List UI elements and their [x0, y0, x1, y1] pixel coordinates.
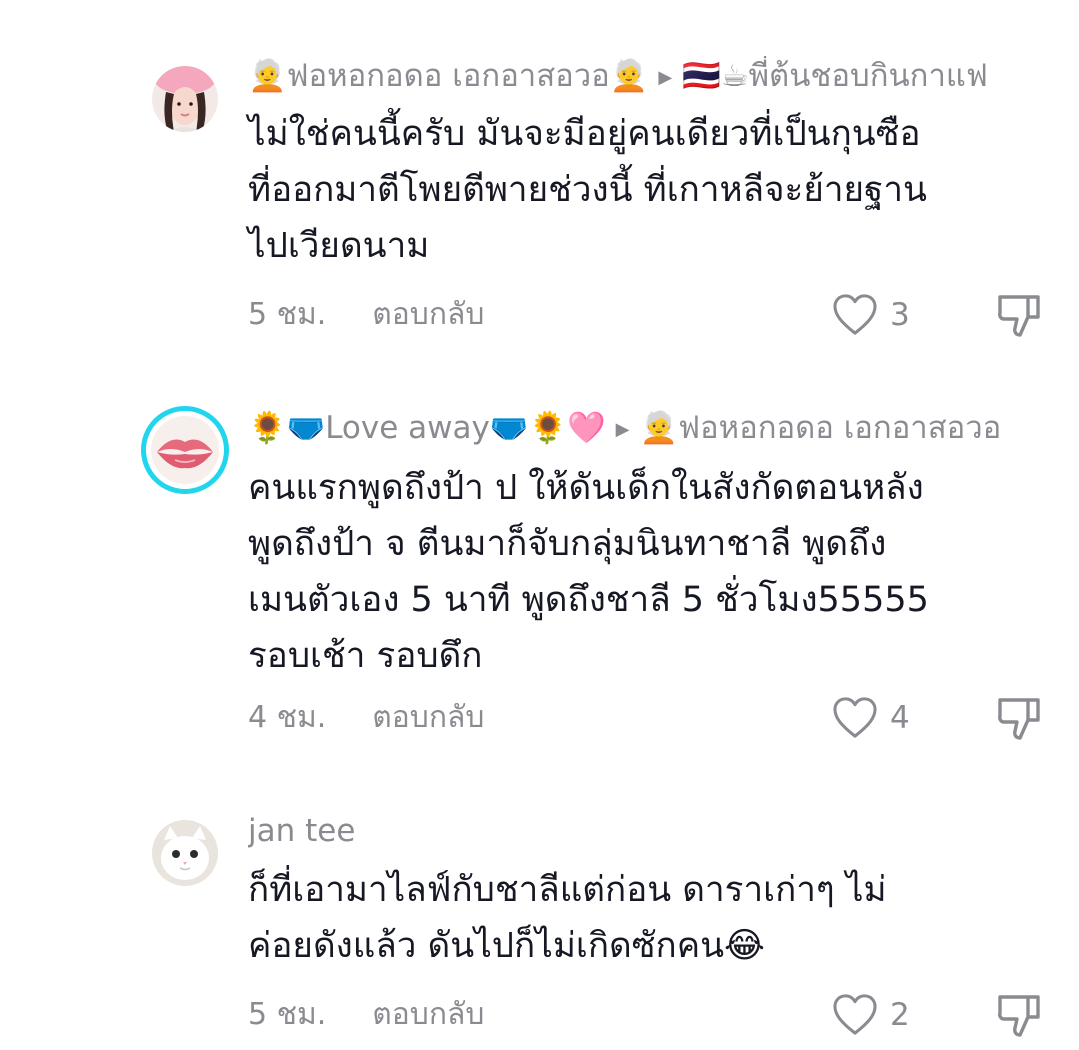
thumbs-down-icon	[998, 698, 1040, 740]
comment-line: ค่อยดังแล้ว ดันไปก็ไม่เกิดซักคน😂	[248, 926, 765, 966]
white-cat-avatar-icon	[152, 820, 218, 886]
comment-author[interactable]: 🌻🩲Love away🩲🌻🩷	[248, 410, 606, 446]
timestamp: 4 ชม.	[248, 700, 327, 735]
comment-text: ไม่ใช่คนนี้ครับ มันจะมีอยู่คนเดียวที่เป็…	[248, 106, 1048, 274]
comment-text: คนแรกพูดถึงป้า ป ให้ดันเด็กในสังกัดตอนหล…	[248, 460, 1048, 684]
reply-button[interactable]: ตอบกลับ	[372, 700, 484, 735]
comment-line: ไม่ใช่คนนี้ครับ มันจะมีอยู่คนเดียวที่เป็…	[248, 114, 921, 154]
comment-line: คนแรกพูดถึงป้า ป ให้ดันเด็กในสังกัดตอนหล…	[248, 468, 924, 508]
avatar[interactable]	[152, 820, 218, 886]
comment-author[interactable]: jan tee	[248, 813, 355, 849]
heart-icon	[833, 994, 877, 1035]
reply-arrow-icon: ▶	[615, 419, 630, 440]
username[interactable]: jan tee	[248, 811, 1048, 851]
comment-line: ก็ที่เอามาไลฟ์กับชาลีแต่ก่อน ดาราเก่าๆ ไ…	[248, 870, 887, 910]
heart-icon	[833, 294, 877, 335]
comment-meta: 5 ชม. ตอบกลับ	[248, 995, 484, 1035]
heart-icon	[833, 697, 877, 738]
timestamp: 5 ชม.	[248, 297, 327, 332]
like-count: 3	[890, 297, 910, 333]
username[interactable]: 🧑‍🦳ฟอหอกอดอ เอกอาสอวอ🧑‍🦳 ▶ 🇹🇭☕พี่ต้นชอบกิน…	[248, 56, 1048, 98]
reply-to-author[interactable]: 🇹🇭☕พี่ต้นชอบกินกาแฟ	[682, 58, 988, 94]
like-button[interactable]: 2	[832, 991, 932, 1039]
thumbs-down-icon	[998, 295, 1040, 337]
comment-line: เมนตัวเอง 5 นาที พูดถึงชาลี 5 ชั่วโมง555…	[248, 580, 929, 620]
dislike-button[interactable]	[994, 692, 1044, 742]
comment-text: ก็ที่เอามาไลฟ์กับชาลีแต่ก่อน ดาราเก่าๆ ไ…	[248, 862, 1048, 974]
reply-to-author[interactable]: 🧑‍🦳ฟอหอกอดอ เอกอาสอวอ	[640, 410, 1002, 446]
comment-meta: 4 ชม. ตอบกลับ	[248, 698, 484, 738]
girl-with-pink-hat-avatar-icon	[152, 66, 218, 132]
comment-line: รอบเช้า รอบดึก	[248, 636, 483, 676]
avatar[interactable]	[141, 406, 229, 494]
comment-line: ที่ออกมาตีโพยตีพายช่วงนี้ ที่เกาหลีจะย้า…	[248, 170, 927, 210]
like-count: 4	[890, 700, 910, 736]
comment-author[interactable]: 🧑‍🦳ฟอหอกอดอ เอกอาสอวอ🧑‍🦳	[248, 58, 648, 94]
username[interactable]: 🌻🩲Love away🩲🌻🩷 ▶ 🧑‍🦳ฟอหอกอดอ เอกอาสอวอ	[248, 408, 1048, 450]
comment-line: ไปเวียดนาม	[248, 226, 430, 266]
dislike-button[interactable]	[994, 289, 1044, 339]
reply-button[interactable]: ตอบกลับ	[372, 997, 484, 1032]
reply-button[interactable]: ตอบกลับ	[372, 297, 484, 332]
like-button[interactable]: 3	[832, 291, 932, 339]
like-count: 2	[890, 997, 910, 1033]
dislike-button[interactable]	[994, 989, 1044, 1039]
timestamp: 5 ชม.	[248, 997, 327, 1032]
comment-meta: 5 ชม. ตอบกลับ	[248, 295, 484, 335]
lips-avatar-icon	[151, 416, 219, 484]
comment-line: พูดถึงป้า จ ตีนมาก็จับกลุ่มนินทาชาลี พูด…	[248, 524, 887, 564]
thumbs-down-icon	[998, 995, 1040, 1037]
like-button[interactable]: 4	[832, 694, 932, 742]
avatar[interactable]	[152, 66, 218, 132]
reply-arrow-icon: ▶	[658, 67, 673, 88]
